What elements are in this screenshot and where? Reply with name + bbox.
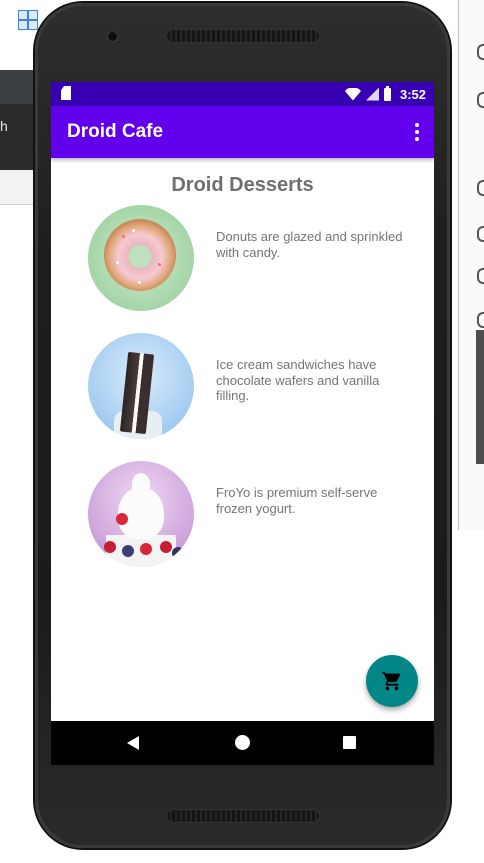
bottom-speaker: [166, 809, 320, 823]
froyo-image[interactable]: [88, 461, 194, 567]
wifi-icon: [344, 87, 361, 101]
home-icon[interactable]: [235, 735, 250, 750]
app-title: Droid Cafe: [67, 121, 164, 142]
earpiece-speaker: [166, 29, 320, 43]
app-bar: Droid Cafe: [51, 106, 434, 158]
layout-grid-icon[interactable]: [18, 10, 38, 30]
recents-icon[interactable]: [343, 736, 356, 749]
shopping-cart-icon: [381, 671, 401, 691]
status-bar: 3:52: [51, 82, 434, 106]
page-title: Droid Desserts: [171, 174, 314, 196]
back-icon[interactable]: [127, 736, 139, 750]
navigation-bar: [51, 721, 434, 765]
list-item-donut: Donuts are glazed and sprinkled with can…: [88, 205, 408, 311]
dessert-description: FroYo is premium self-serve frozen yogur…: [216, 485, 378, 516]
phone-screen: 3:52 Droid Cafe Droid Desserts Donuts ar…: [51, 82, 434, 765]
dessert-description: Ice cream sandwiches have chocolate wafe…: [216, 357, 380, 403]
ide-scrollbar[interactable]: [476, 330, 484, 464]
signal-icon: [365, 87, 379, 101]
list-item-froyo: FroYo is premium self-serve frozen yogur…: [88, 461, 408, 567]
front-camera: [107, 31, 118, 42]
more-vert-icon[interactable]: [414, 123, 420, 141]
phone-frame: 3:52 Droid Cafe Droid Desserts Donuts ar…: [35, 3, 450, 848]
cart-fab-button[interactable]: [366, 655, 418, 707]
battery-icon: [383, 85, 391, 101]
sd-card-icon: [61, 86, 71, 100]
ice-cream-sandwich-image[interactable]: [88, 333, 194, 439]
list-item-ice-cream-sandwich: Ice cream sandwiches have chocolate wafe…: [88, 333, 408, 439]
dessert-description: Donuts are glazed and sprinkled with can…: [216, 229, 403, 260]
main-content: Droid Desserts Donuts are glazed and spr…: [51, 158, 434, 721]
donut-image[interactable]: [88, 205, 194, 311]
ide-partial-text: h: [0, 118, 8, 134]
status-time: 3:52: [399, 86, 426, 102]
